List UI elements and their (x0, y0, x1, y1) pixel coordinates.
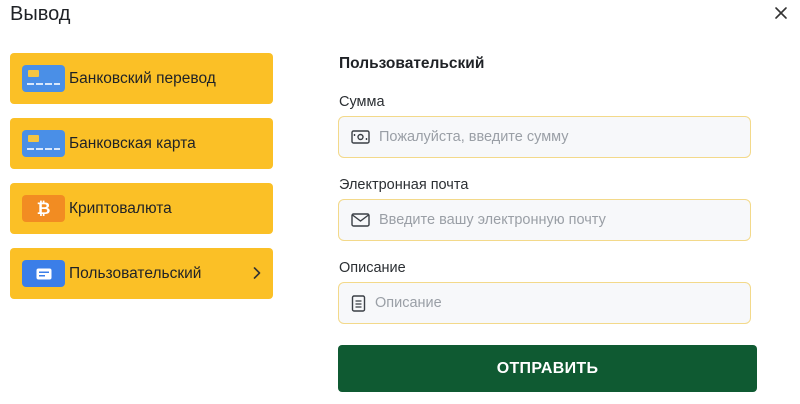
bank-card-icon (22, 130, 65, 157)
close-icon[interactable] (772, 4, 790, 22)
mail-icon (351, 213, 370, 227)
money-icon (351, 130, 370, 144)
document-icon (351, 294, 366, 312)
method-bank-card[interactable]: Банковская карта (10, 118, 273, 169)
description-field-wrapper (338, 282, 751, 324)
amount-label: Сумма (339, 94, 385, 110)
message-icon (22, 260, 65, 287)
method-crypto[interactable]: ₿ Криптовалюта (10, 183, 273, 234)
description-input[interactable] (373, 294, 750, 312)
bitcoin-icon: ₿ (22, 195, 65, 222)
amount-field-wrapper (338, 116, 751, 158)
method-label: Банковская карта (69, 134, 196, 152)
method-label: Банковский перевод (69, 69, 216, 87)
description-label: Описание (339, 260, 406, 276)
email-label: Электронная почта (339, 177, 469, 193)
page-title: Вывод (10, 3, 71, 25)
email-input[interactable] (377, 211, 750, 229)
method-custom[interactable]: Пользовательский (10, 248, 273, 299)
bank-card-icon (22, 65, 65, 92)
chevron-right-icon (253, 267, 261, 279)
submit-button[interactable]: ОТПРАВИТЬ (338, 345, 757, 392)
email-field-wrapper (338, 199, 751, 241)
section-title: Пользовательский (339, 55, 485, 72)
amount-input[interactable] (377, 128, 750, 146)
method-label: Криптовалюта (69, 199, 172, 217)
method-label: Пользовательский (69, 264, 202, 282)
method-bank-transfer[interactable]: Банковский перевод (10, 53, 273, 104)
